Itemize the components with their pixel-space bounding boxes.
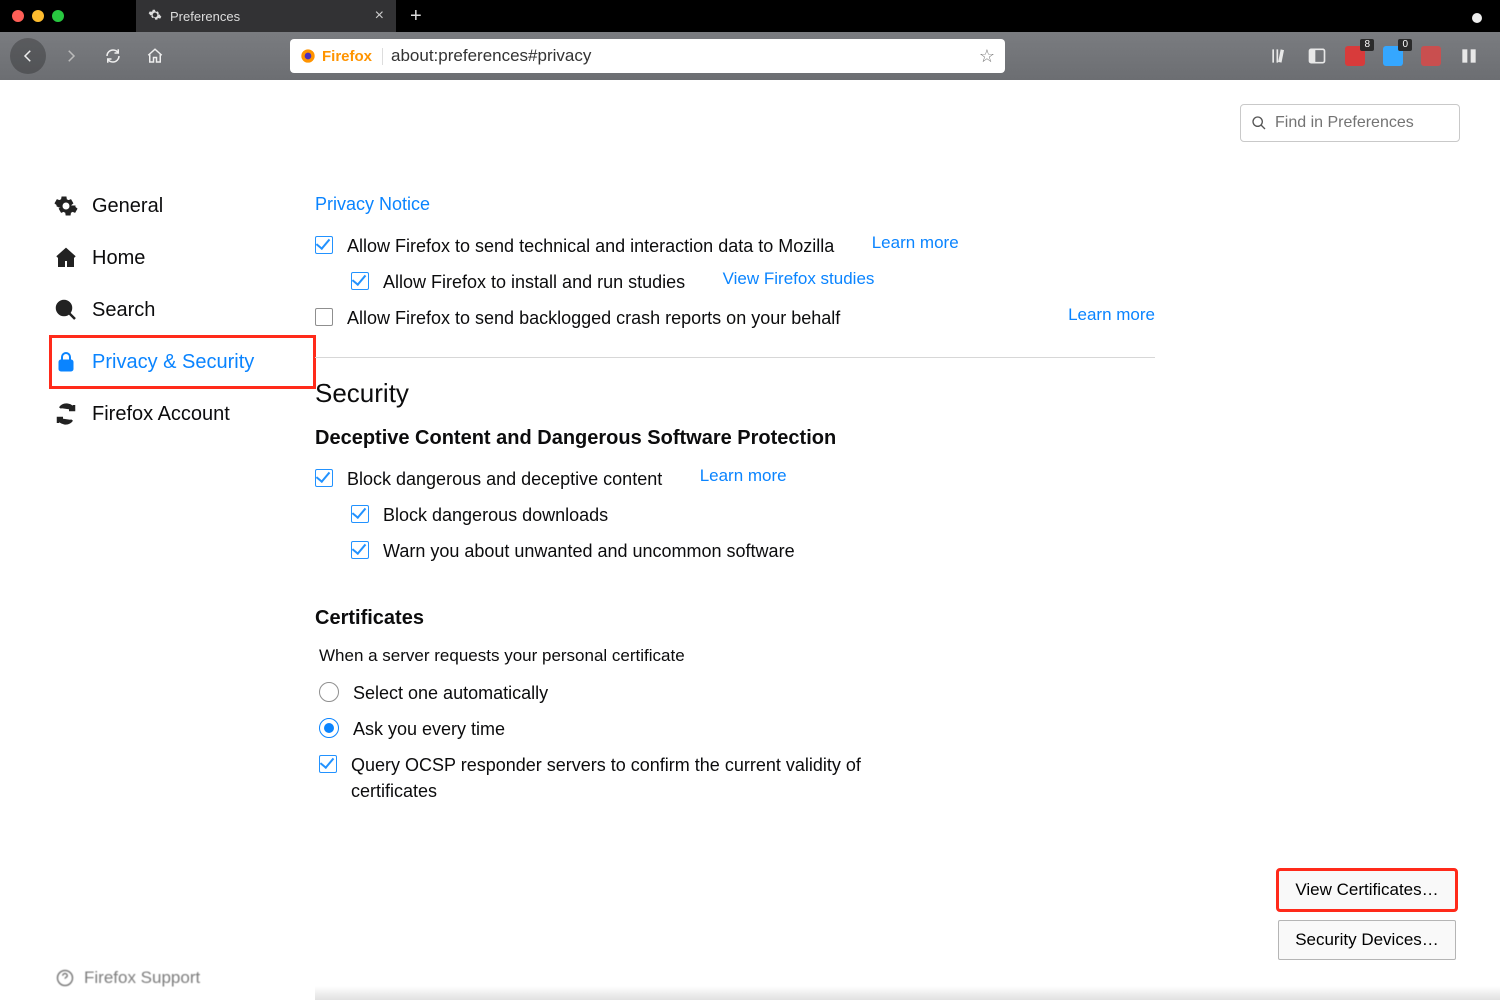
find-in-preferences-input[interactable]: Find in Preferences	[1240, 104, 1460, 142]
identity-box[interactable]: Firefox	[300, 48, 383, 65]
minimize-window-icon[interactable]	[32, 10, 44, 22]
ocsp-checkbox[interactable]	[319, 755, 337, 773]
sidebar-item-label: Firefox Support	[84, 968, 200, 988]
cert-ask-radio[interactable]	[319, 718, 339, 738]
extension-camera-icon[interactable]	[1420, 45, 1442, 67]
brand-label: Firefox	[322, 48, 372, 65]
block-downloads-checkbox[interactable]	[351, 505, 369, 523]
security-heading: Security	[315, 378, 1155, 409]
home-button[interactable]	[138, 39, 172, 73]
reload-button[interactable]	[96, 39, 130, 73]
sidebar-item-support[interactable]: Firefox Support	[56, 968, 200, 988]
block-learn-more-link[interactable]: Learn more	[700, 466, 787, 486]
extension-red-icon[interactable]: 8	[1344, 45, 1366, 67]
search-icon	[1251, 115, 1267, 131]
home-icon	[54, 246, 78, 270]
crash-reports-label: Allow Firefox to send backlogged crash r…	[347, 305, 840, 331]
block-downloads-label: Block dangerous downloads	[383, 502, 608, 528]
search-icon	[54, 298, 78, 322]
warn-unwanted-label: Warn you about unwanted and uncommon sof…	[383, 538, 795, 564]
url-text: about:preferences#privacy	[391, 46, 971, 66]
sidebar-item-label: General	[92, 195, 163, 218]
sidebar-item-home[interactable]: Home	[50, 232, 315, 284]
cert-auto-label: Select one automatically	[353, 680, 548, 706]
extension-blue-icon[interactable]: 0	[1382, 45, 1404, 67]
gear-icon	[148, 8, 162, 25]
forward-button[interactable]	[54, 39, 88, 73]
bottom-fade	[315, 986, 1500, 1000]
browser-tab-preferences[interactable]: Preferences ×	[136, 0, 396, 32]
browser-toolbar: Firefox about:preferences#privacy ☆ 8 0	[0, 32, 1500, 80]
block-deceptive-label: Block dangerous and deceptive content	[347, 466, 662, 492]
sidebar-item-search[interactable]: Search	[50, 284, 315, 336]
certificates-heading: Certificates	[315, 607, 1155, 630]
window-controls	[0, 10, 76, 22]
gear-icon	[54, 194, 78, 218]
close-tab-icon[interactable]: ×	[375, 7, 384, 25]
studies-checkbox[interactable]	[351, 272, 369, 290]
ocsp-label: Query OCSP responder servers to confirm …	[351, 752, 951, 804]
view-studies-link[interactable]: View Firefox studies	[723, 269, 875, 289]
toolbar-extensions: 8 0	[1268, 45, 1490, 67]
library-icon[interactable]	[1268, 45, 1290, 67]
studies-label: Allow Firefox to install and run studies	[383, 269, 685, 295]
section-divider	[315, 357, 1155, 358]
sidebar-item-privacy-security[interactable]: Privacy & Security	[50, 336, 315, 388]
sidebar-item-general[interactable]: General	[50, 180, 315, 232]
bookmark-star-icon[interactable]: ☆	[979, 46, 995, 67]
question-icon	[56, 969, 74, 987]
back-button[interactable]	[10, 38, 46, 74]
lock-icon	[54, 350, 78, 374]
crash-reports-checkbox[interactable]	[315, 308, 333, 326]
cert-auto-radio[interactable]	[319, 682, 339, 702]
sidebar-item-label: Search	[92, 299, 155, 322]
sidebar-toggle-icon[interactable]	[1306, 45, 1328, 67]
certificates-buttons: View Certificates… Security Devices…	[1278, 870, 1456, 960]
send-data-checkbox[interactable]	[315, 236, 333, 254]
cert-ask-label: Ask you every time	[353, 716, 505, 742]
warn-unwanted-checkbox[interactable]	[351, 541, 369, 559]
sidebar-item-label: Home	[92, 247, 145, 270]
deceptive-content-heading: Deceptive Content and Dangerous Software…	[315, 427, 1155, 450]
search-placeholder: Find in Preferences	[1275, 114, 1414, 132]
extension-misc-icon[interactable]	[1458, 45, 1480, 67]
close-window-icon[interactable]	[12, 10, 24, 22]
pointer-indicator-icon	[1472, 13, 1482, 23]
privacy-notice-link[interactable]: Privacy Notice	[315, 194, 430, 214]
sync-icon	[54, 402, 78, 426]
block-deceptive-checkbox[interactable]	[315, 469, 333, 487]
badge-count: 8	[1360, 39, 1374, 51]
sidebar-item-label: Privacy & Security	[92, 351, 254, 374]
send-data-learn-more-link[interactable]: Learn more	[872, 233, 959, 253]
send-data-label: Allow Firefox to send technical and inte…	[347, 233, 834, 259]
preferences-main: Find in Preferences Privacy Notice Allow…	[315, 80, 1500, 1000]
sidebar-item-firefox-account[interactable]: Firefox Account	[50, 388, 315, 440]
security-devices-button[interactable]: Security Devices…	[1278, 920, 1456, 960]
tab-bar: Preferences × +	[0, 0, 1500, 32]
maximize-window-icon[interactable]	[52, 10, 64, 22]
cert-prompt-label: When a server requests your personal cer…	[319, 646, 1155, 666]
preferences-sidebar: General Home Search Privacy & Security F…	[0, 80, 315, 1000]
url-bar[interactable]: Firefox about:preferences#privacy ☆	[290, 39, 1005, 73]
new-tab-button[interactable]: +	[396, 5, 436, 28]
view-certificates-button[interactable]: View Certificates…	[1278, 870, 1456, 910]
crash-learn-more-link[interactable]: Learn more	[1068, 305, 1155, 325]
badge-count: 0	[1398, 39, 1412, 51]
tab-title: Preferences	[170, 9, 240, 24]
preferences-page: General Home Search Privacy & Security F…	[0, 80, 1500, 1000]
sidebar-item-label: Firefox Account	[92, 403, 230, 426]
